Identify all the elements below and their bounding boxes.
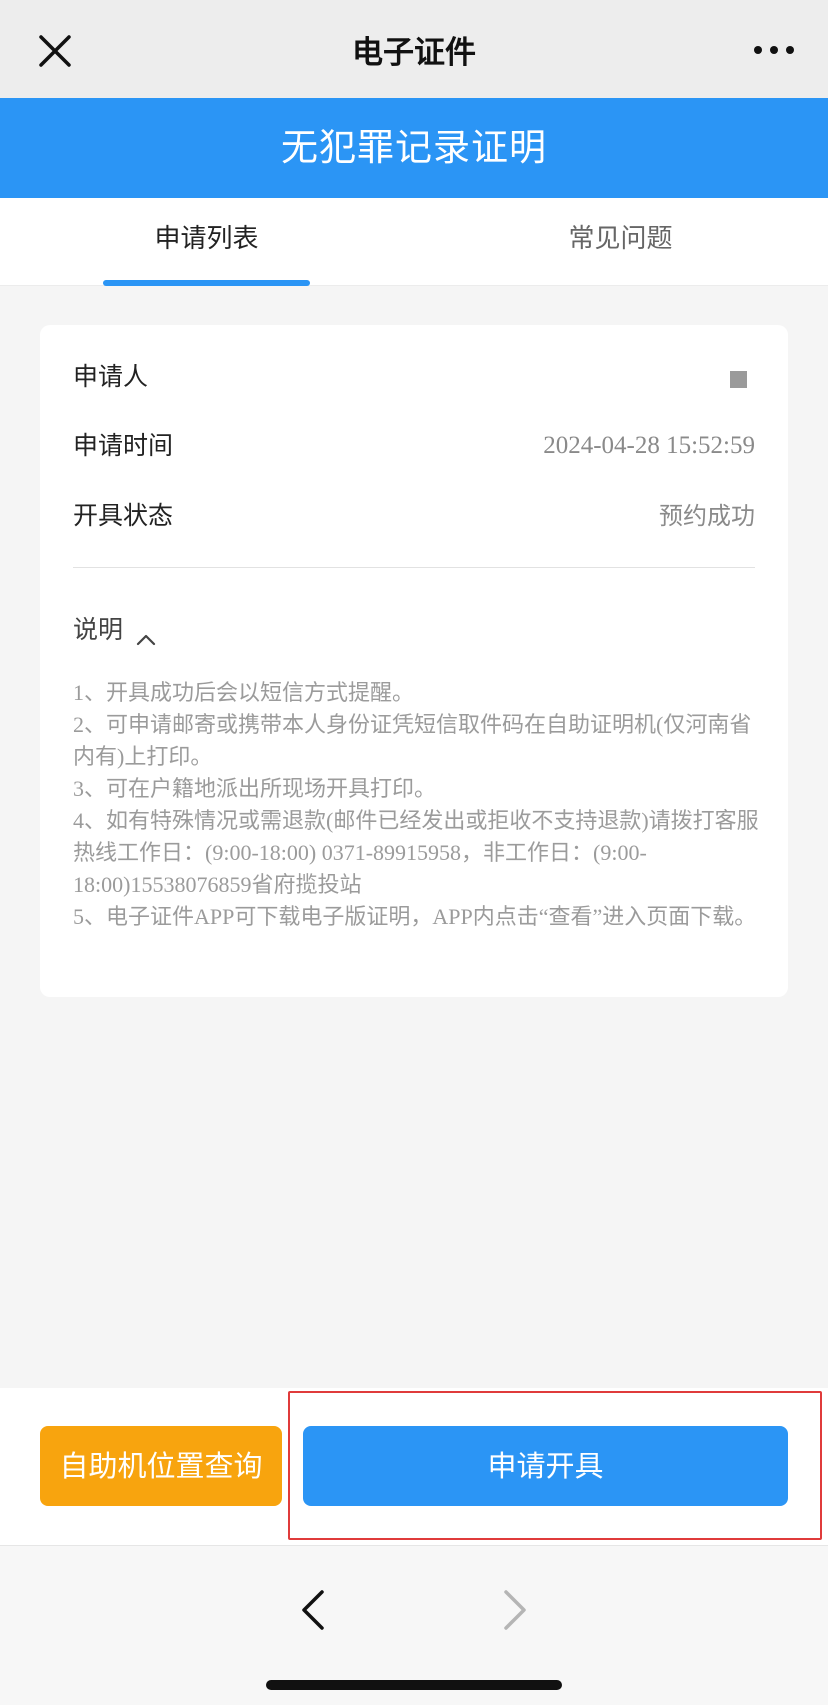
explanation-label: 说明 [73, 615, 124, 644]
issuance-status-label: 开具状态 [73, 501, 174, 530]
highlight-annotation-box [288, 1391, 822, 1540]
tab-application-list[interactable]: 申请列表 [103, 198, 310, 286]
note-item: 4、如有特殊情况或需退款(邮件已经发出或拒收不支持退款)请拨打客服热线工作日：(… [73, 808, 759, 897]
active-tab-indicator [103, 280, 310, 286]
more-icon [754, 46, 794, 54]
masked-applicant-value [730, 371, 747, 388]
divider [73, 567, 755, 568]
tab-faq[interactable]: 常见问题 [517, 198, 724, 286]
note-item: 2、可申请邮寄或携带本人身份证凭短信取件码在自助证明机(仅河南省内有)上打印。 [73, 712, 752, 769]
top-navigation-bar: 电子证件 [0, 0, 828, 98]
note-item: 3、可在户籍地派出所现场开具打印。 [73, 776, 437, 801]
chevron-up-icon [135, 618, 157, 646]
chevron-left-icon [302, 1590, 324, 1630]
application-time-value: 2024-04-28 15:52:59 [543, 432, 755, 459]
kiosk-location-button[interactable]: 自助机位置查询 [40, 1426, 282, 1506]
banner-title: 无犯罪记录证明 [281, 126, 547, 169]
applicant-label: 申请人 [73, 362, 149, 391]
explanation-notes: 1、开具成功后会以短信方式提醒。 2、可申请邮寄或携带本人身份证凭短信取件码在自… [73, 677, 763, 933]
note-item: 5、电子证件APP可下载电子版证明，APP内点击“查看”进入页面下载。 [73, 904, 757, 929]
browser-navigation-bar [0, 1545, 828, 1705]
forward-button[interactable] [496, 1588, 532, 1632]
back-button[interactable] [296, 1588, 332, 1632]
application-time-row: 申请时间 2024-04-28 15:52:59 [73, 421, 755, 471]
issuance-status-value: 预约成功 [659, 502, 755, 530]
application-record-card: 申请人 申请时间 2024-04-28 15:52:59 开具状态 预约成功 说… [40, 325, 788, 997]
more-options-button[interactable] [750, 38, 798, 62]
tab-bar: 申请列表 常见问题 [0, 198, 828, 286]
issuance-status-row: 开具状态 预约成功 [73, 491, 755, 541]
chevron-right-icon [504, 1590, 526, 1630]
header-banner: 无犯罪记录证明 [0, 98, 828, 198]
note-item: 1、开具成功后会以短信方式提醒。 [73, 680, 415, 705]
home-indicator [266, 1680, 562, 1690]
explanation-toggle[interactable]: 说明 [73, 605, 157, 655]
applicant-row: 申请人 [73, 352, 755, 402]
page-title: 电子证件 [352, 35, 476, 71]
application-time-label: 申请时间 [73, 431, 174, 460]
